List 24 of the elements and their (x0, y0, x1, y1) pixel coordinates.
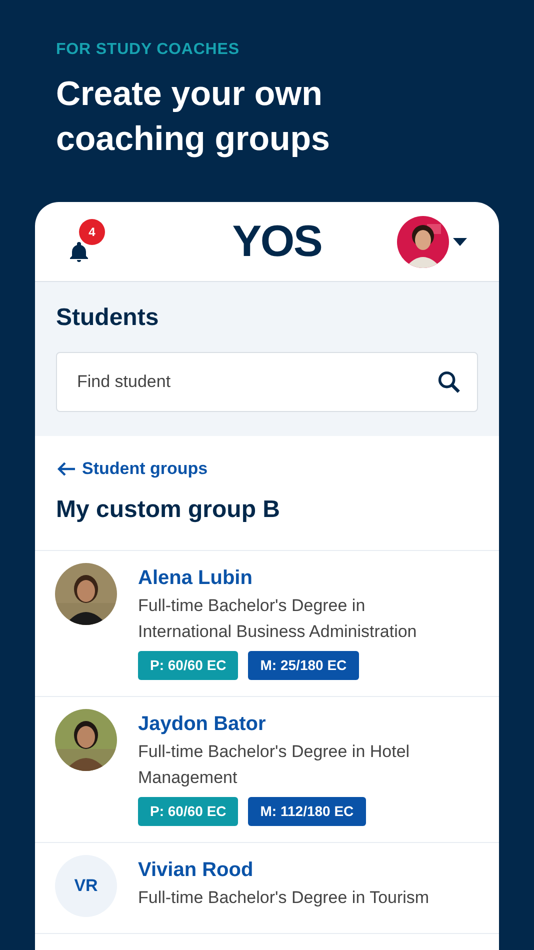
program-text: Full-time Bachelor's Degree in International Business Administration (138, 594, 418, 642)
eyebrow-text: FOR STUDY COACHES (56, 40, 240, 60)
arrow-left-icon (56, 460, 76, 477)
credits-tag: M: 25/180 EC (248, 650, 359, 680)
search-field[interactable]: Find student (56, 352, 478, 412)
section-title: Students (56, 303, 160, 333)
profile-menu-button[interactable] (397, 216, 467, 268)
program-text: Full-time Bachelor's Degree in Tourism (138, 886, 430, 908)
student-name[interactable]: Alena Lubin (138, 562, 479, 592)
credits-tag: P: 60/60 EC (138, 650, 238, 680)
caret-icon (453, 238, 467, 246)
notifications-button[interactable]: 4 (67, 218, 107, 264)
search-icon (436, 369, 462, 395)
student-name[interactable]: Vivian Rood (138, 854, 479, 884)
initials-avatar: VR (55, 854, 117, 916)
credits-tag: P: 60/60 EC (138, 796, 238, 826)
student-name[interactable]: Jaydon Bator (138, 708, 479, 738)
back-link[interactable]: Student groups (56, 456, 478, 482)
program-text: Full-time Bachelor's Degree in Hotel Management (138, 740, 411, 788)
logo: YOS (232, 220, 322, 264)
notification-badge: 4 (79, 218, 105, 244)
credits-tag: M: 112/180 EC (248, 796, 366, 826)
group-title: My custom group B (56, 494, 282, 524)
headline: Create your own coaching groups (56, 74, 331, 160)
